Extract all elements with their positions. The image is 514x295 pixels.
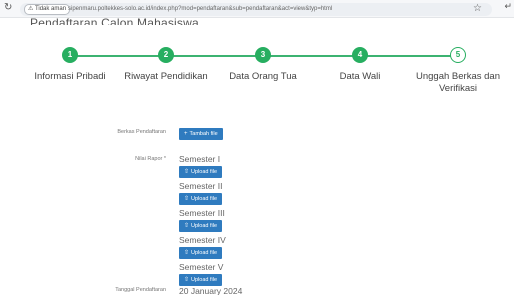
upload-semester-3-button[interactable]: ⇧ Upload file [179,220,223,232]
berkas-pendaftaran-label: Berkas Pendaftaran [117,129,166,135]
step-unggah-berkas[interactable]: 5 Unggah Berkas dan Verifikasi [403,47,513,95]
step-label: Informasi Pribadi [34,71,106,82]
security-chip[interactable]: ⚠ Tidak aman [24,4,71,15]
step-label: Data Wali [339,71,381,82]
upload-icon: ⇧ [184,169,190,175]
upload-icon: ⇧ [184,196,190,202]
upload-button-label: Upload file [191,277,218,283]
upload-button-label: Upload file [191,223,218,229]
browser-toolbar: ↻ ⚠ Tidak aman sipenmaru.poltekkes-solo.… [0,0,514,18]
upload-icon: ⇧ [184,223,190,229]
step-number: 1 [62,47,78,63]
semester-label: Semester IV [179,235,226,245]
reload-icon[interactable]: ↻ [4,2,12,13]
url-text[interactable]: sipenmaru.poltekkes-solo.ac.id/index.php… [68,5,332,14]
tanggal-pendaftaran-label: Tanggal Pendaftaran [115,287,166,293]
semester-label: Semester I [179,154,221,164]
upload-button-label: Upload file [191,169,218,175]
star-icon[interactable]: ☆ [473,3,482,14]
step-number: 5 [450,47,466,63]
step-data-wali[interactable]: 4 Data Wali [305,47,415,83]
add-file-button-label: Tambah file [189,131,218,137]
page-title: Pendaftaran Calon Mahasiswa [30,17,199,25]
semester-label: Semester V [179,262,224,272]
add-file-button[interactable]: + Tambah file [179,128,223,140]
step-label: Unggah Berkas dan Verifikasi [416,71,500,94]
step-informasi-pribadi[interactable]: 1 Informasi Pribadi [15,47,125,83]
upload-button-label: Upload file [191,250,218,256]
address-bar[interactable]: ⚠ Tidak aman sipenmaru.poltekkes-solo.ac… [20,3,492,16]
step-number: 3 [255,47,271,63]
upload-semester-4-button[interactable]: ⇧ Upload file [179,247,223,259]
step-number: 4 [352,47,368,63]
extension-icon[interactable]: ↵ [504,1,512,12]
step-number: 2 [158,47,174,63]
step-label: Riwayat Pendidikan [124,71,208,82]
upload-button-label: Upload file [191,196,218,202]
upload-semester-1-button[interactable]: ⇧ Upload file [179,166,223,178]
tanggal-pendaftaran-value: 20 January 2024 [179,286,243,295]
upload-semester-5-button[interactable]: ⇧ Upload file [179,274,223,286]
step-label: Data Orang Tua [229,71,297,82]
upload-semester-2-button[interactable]: ⇧ Upload file [179,193,223,205]
semester-label: Semester II [179,181,223,191]
step-riwayat-pendidikan[interactable]: 2 Riwayat Pendidikan [111,47,221,83]
nilai-rapor-label: Nilai Rapor * [135,156,166,162]
upload-icon: ⇧ [184,277,190,283]
plus-icon: + [184,131,188,137]
semester-label: Semester III [179,208,225,218]
step-data-orang-tua[interactable]: 3 Data Orang Tua [208,47,318,83]
security-chip-label: Tidak aman [34,6,67,12]
upload-icon: ⇧ [184,250,190,256]
